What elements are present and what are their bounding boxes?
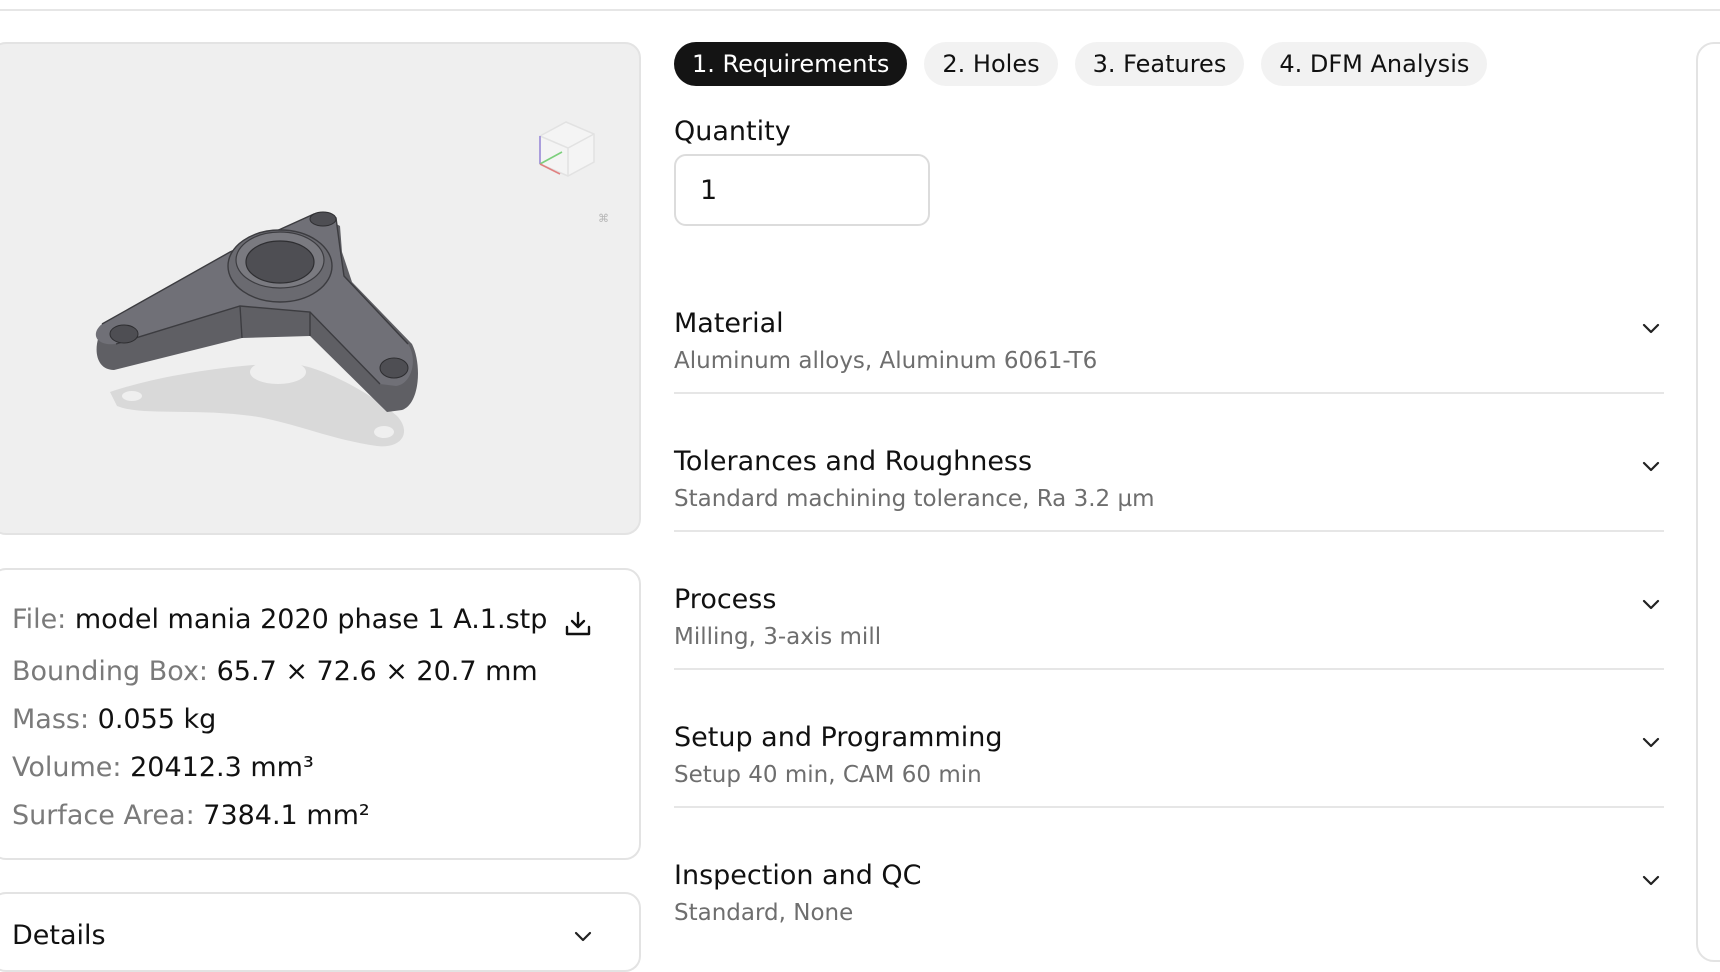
section-title: Material xyxy=(674,308,784,339)
surface-area-row: Surface Area: 7384.1 mm² xyxy=(12,800,370,831)
chevron-down-icon xyxy=(1642,737,1660,748)
details-title: Details xyxy=(12,920,106,951)
view-cube-icon[interactable] xyxy=(532,116,602,186)
section-divider xyxy=(674,668,1664,670)
chevron-down-icon xyxy=(1642,461,1660,472)
quantity-label: Quantity xyxy=(674,116,791,147)
section-divider xyxy=(674,530,1664,532)
chevron-down-icon xyxy=(1642,875,1660,886)
file-label: File: xyxy=(12,604,67,635)
download-icon xyxy=(565,611,591,636)
section-summary: Setup 40 min, CAM 60 min xyxy=(674,762,982,788)
bounding-box-row: Bounding Box: 65.7 × 72.6 × 20.7 mm xyxy=(12,656,538,687)
volume-row: Volume: 20412.3 mm³ xyxy=(12,752,314,783)
bounding-box-value: 65.7 × 72.6 × 20.7 mm xyxy=(216,656,538,687)
chevron-down-icon xyxy=(1642,323,1660,334)
section-process[interactable]: Process Milling, 3-axis mill xyxy=(674,566,1664,704)
tab-requirements[interactable]: 1. Requirements xyxy=(674,42,908,86)
section-title: Setup and Programming xyxy=(674,722,1003,753)
section-summary: Standard, None xyxy=(674,900,854,926)
model-viewer[interactable]: ⌘ xyxy=(0,42,641,535)
section-material[interactable]: Material Aluminum alloys, Aluminum 6061-… xyxy=(674,290,1664,428)
section-title: Inspection and QC xyxy=(674,860,922,891)
download-button[interactable] xyxy=(558,604,598,644)
section-divider xyxy=(674,806,1664,808)
surface-area-label: Surface Area: xyxy=(12,800,195,831)
chevron-down-icon xyxy=(1642,599,1660,610)
section-summary: Aluminum alloys, Aluminum 6061-T6 xyxy=(674,348,1098,374)
mass-value: 0.055 kg xyxy=(97,704,217,735)
file-name: model mania 2020 phase 1 A.1.stp xyxy=(74,604,548,635)
section-summary: Milling, 3-axis mill xyxy=(674,624,882,650)
file-row: File: model mania 2020 phase 1 A.1.stp xyxy=(12,604,547,635)
step-tabs: 1. Requirements 2. Holes 3. Features 4. … xyxy=(674,42,1488,86)
bounding-box-label: Bounding Box: xyxy=(12,656,209,687)
section-title: Process xyxy=(674,584,777,615)
chevron-down-icon xyxy=(574,931,592,942)
section-title: Tolerances and Roughness xyxy=(674,446,1033,477)
file-info-card: File: model mania 2020 phase 1 A.1.stp B… xyxy=(0,568,641,860)
top-divider xyxy=(0,9,1720,11)
section-setup-programming[interactable]: Setup and Programming Setup 40 min, CAM … xyxy=(674,704,1664,842)
tab-holes[interactable]: 2. Holes xyxy=(924,42,1058,86)
right-panel-edge xyxy=(1696,42,1720,962)
quantity-input[interactable] xyxy=(674,154,930,226)
volume-label: Volume: xyxy=(12,752,122,783)
section-summary: Standard machining tolerance, Ra 3.2 µm xyxy=(674,486,1155,512)
section-inspection-qc[interactable]: Inspection and QC Standard, None xyxy=(674,842,1664,940)
tab-dfm-analysis[interactable]: 4. DFM Analysis xyxy=(1261,42,1488,86)
surface-area-value: 7384.1 mm² xyxy=(203,800,370,831)
tab-features[interactable]: 3. Features xyxy=(1074,42,1245,86)
mass-label: Mass: xyxy=(12,704,90,735)
details-accordion[interactable]: Details xyxy=(0,892,641,972)
section-divider xyxy=(674,392,1664,394)
viewer-corner-mark: ⌘ xyxy=(598,212,609,225)
mass-row: Mass: 0.055 kg xyxy=(12,704,216,735)
volume-value: 20412.3 mm³ xyxy=(130,752,314,783)
section-tolerances[interactable]: Tolerances and Roughness Standard machin… xyxy=(674,428,1664,566)
